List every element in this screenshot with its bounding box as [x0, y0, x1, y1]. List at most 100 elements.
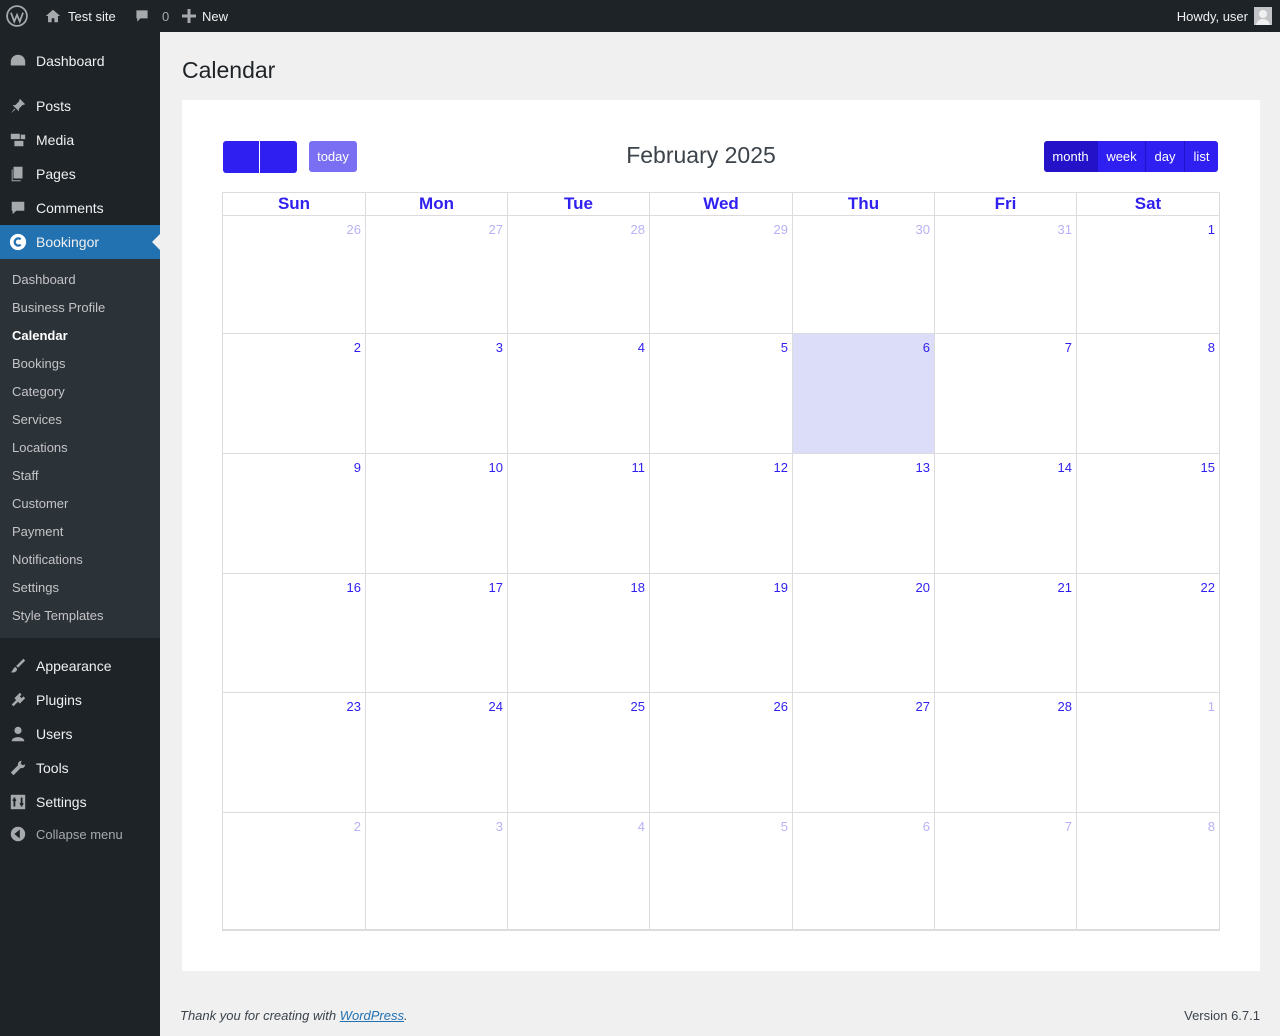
day-number[interactable]: 21: [1058, 580, 1072, 595]
submenu-item-bookings[interactable]: Bookings: [12, 356, 65, 371]
day-number[interactable]: 1: [1208, 699, 1215, 714]
calendar-day-cell[interactable]: 29: [650, 216, 793, 334]
day-number[interactable]: 2: [354, 340, 361, 355]
day-number[interactable]: 3: [496, 340, 503, 355]
day-number[interactable]: 17: [489, 580, 503, 595]
menu-item-settings[interactable]: Settings: [0, 785, 160, 819]
calendar-day-cell[interactable]: 1: [1077, 693, 1220, 813]
calendar-day-cell[interactable]: 4: [508, 813, 650, 930]
submenu-item-staff[interactable]: Staff: [12, 468, 39, 483]
calendar-day-cell[interactable]: 9: [223, 454, 366, 574]
my-account-link[interactable]: Howdy, user: [1177, 0, 1272, 32]
calendar-day-cell[interactable]: 17: [366, 574, 508, 693]
day-number[interactable]: 4: [638, 819, 645, 834]
submenu-item-style-templates[interactable]: Style Templates: [12, 608, 104, 623]
day-number[interactable]: 9: [354, 460, 361, 475]
day-number[interactable]: 30: [916, 222, 930, 237]
menu-item-comments[interactable]: Comments: [0, 191, 160, 225]
menu-item-appearance[interactable]: Appearance: [0, 649, 160, 683]
day-number[interactable]: 27: [916, 699, 930, 714]
collapse-menu-button[interactable]: Collapse menu: [0, 817, 160, 851]
day-number[interactable]: 26: [774, 699, 788, 714]
day-number[interactable]: 23: [347, 699, 361, 714]
day-number[interactable]: 28: [631, 222, 645, 237]
calendar-day-cell[interactable]: 8: [1077, 334, 1220, 454]
day-number[interactable]: 19: [774, 580, 788, 595]
day-number[interactable]: 12: [774, 460, 788, 475]
day-number[interactable]: 7: [1065, 340, 1072, 355]
site-link[interactable]: Test site: [44, 0, 116, 32]
submenu-item-notifications[interactable]: Notifications: [12, 552, 83, 567]
view-month-button[interactable]: month: [1044, 141, 1098, 172]
submenu-item-category[interactable]: Category: [12, 384, 65, 399]
menu-item-media[interactable]: Media: [0, 123, 160, 157]
view-day-button[interactable]: day: [1146, 141, 1185, 172]
submenu-item-customer[interactable]: Customer: [12, 496, 68, 511]
submenu-item-business-profile[interactable]: Business Profile: [12, 300, 105, 315]
calendar-day-cell[interactable]: 27: [366, 216, 508, 334]
day-number[interactable]: 26: [347, 222, 361, 237]
calendar-day-cell[interactable]: 30: [793, 216, 935, 334]
menu-item-users[interactable]: Users: [0, 717, 160, 751]
calendar-day-cell[interactable]: 19: [650, 574, 793, 693]
submenu-item-payment[interactable]: Payment: [12, 524, 63, 539]
calendar-day-cell[interactable]: 15: [1077, 454, 1220, 574]
calendar-day-cell[interactable]: 11: [508, 454, 650, 574]
day-number[interactable]: 13: [916, 460, 930, 475]
calendar-day-cell[interactable]: 28: [508, 216, 650, 334]
calendar-day-cell[interactable]: 26: [223, 216, 366, 334]
submenu-item-services[interactable]: Services: [12, 412, 62, 427]
calendar-day-cell[interactable]: 6: [793, 334, 935, 454]
day-number[interactable]: 8: [1208, 340, 1215, 355]
day-number[interactable]: 11: [632, 460, 646, 475]
day-number[interactable]: 28: [1058, 699, 1072, 714]
calendar-day-cell[interactable]: 24: [366, 693, 508, 813]
day-number[interactable]: 6: [923, 340, 930, 355]
calendar-day-cell[interactable]: 26: [650, 693, 793, 813]
calendar-day-cell[interactable]: 22: [1077, 574, 1220, 693]
wordpress-logo-icon[interactable]: [6, 0, 28, 32]
day-number[interactable]: 5: [781, 340, 788, 355]
day-number[interactable]: 18: [631, 580, 645, 595]
day-number[interactable]: 6: [923, 819, 930, 834]
calendar-day-cell[interactable]: 18: [508, 574, 650, 693]
day-number[interactable]: 24: [489, 699, 503, 714]
day-number[interactable]: 7: [1065, 819, 1072, 834]
day-number[interactable]: 3: [496, 819, 503, 834]
calendar-day-cell[interactable]: 23: [223, 693, 366, 813]
day-number[interactable]: 15: [1201, 460, 1215, 475]
calendar-day-cell[interactable]: 25: [508, 693, 650, 813]
submenu-item-locations[interactable]: Locations: [12, 440, 68, 455]
day-number[interactable]: 2: [354, 819, 361, 834]
menu-item-dashboard[interactable]: Dashboard: [0, 44, 160, 78]
new-content-link[interactable]: New: [182, 0, 228, 32]
calendar-day-cell[interactable]: 7: [935, 334, 1077, 454]
day-number[interactable]: 4: [638, 340, 645, 355]
calendar-day-cell[interactable]: 13: [793, 454, 935, 574]
day-number[interactable]: 14: [1058, 460, 1072, 475]
calendar-day-cell[interactable]: 3: [366, 334, 508, 454]
calendar-day-cell[interactable]: 7: [935, 813, 1077, 930]
calendar-day-cell[interactable]: 20: [793, 574, 935, 693]
submenu-item-calendar[interactable]: Calendar: [12, 328, 68, 343]
calendar-day-cell[interactable]: 8: [1077, 813, 1220, 930]
menu-item-bookingor[interactable]: Bookingor: [0, 225, 160, 259]
day-number[interactable]: 10: [489, 460, 503, 475]
calendar-day-cell[interactable]: 3: [366, 813, 508, 930]
day-number[interactable]: 5: [781, 819, 788, 834]
day-number[interactable]: 27: [489, 222, 503, 237]
calendar-day-cell[interactable]: 27: [793, 693, 935, 813]
submenu-item-dashboard[interactable]: Dashboard: [12, 272, 76, 287]
calendar-day-cell[interactable]: 12: [650, 454, 793, 574]
calendar-day-cell[interactable]: 1: [1077, 216, 1220, 334]
calendar-day-cell[interactable]: 16: [223, 574, 366, 693]
calendar-day-cell[interactable]: 6: [793, 813, 935, 930]
menu-item-posts[interactable]: Posts: [0, 89, 160, 123]
view-list-button[interactable]: list: [1185, 141, 1218, 172]
menu-item-pages[interactable]: Pages: [0, 157, 160, 191]
wordpress-link[interactable]: WordPress: [340, 1008, 404, 1023]
calendar-day-cell[interactable]: 2: [223, 334, 366, 454]
menu-item-plugins[interactable]: Plugins: [0, 683, 160, 717]
calendar-day-cell[interactable]: 14: [935, 454, 1077, 574]
day-number[interactable]: 8: [1208, 819, 1215, 834]
